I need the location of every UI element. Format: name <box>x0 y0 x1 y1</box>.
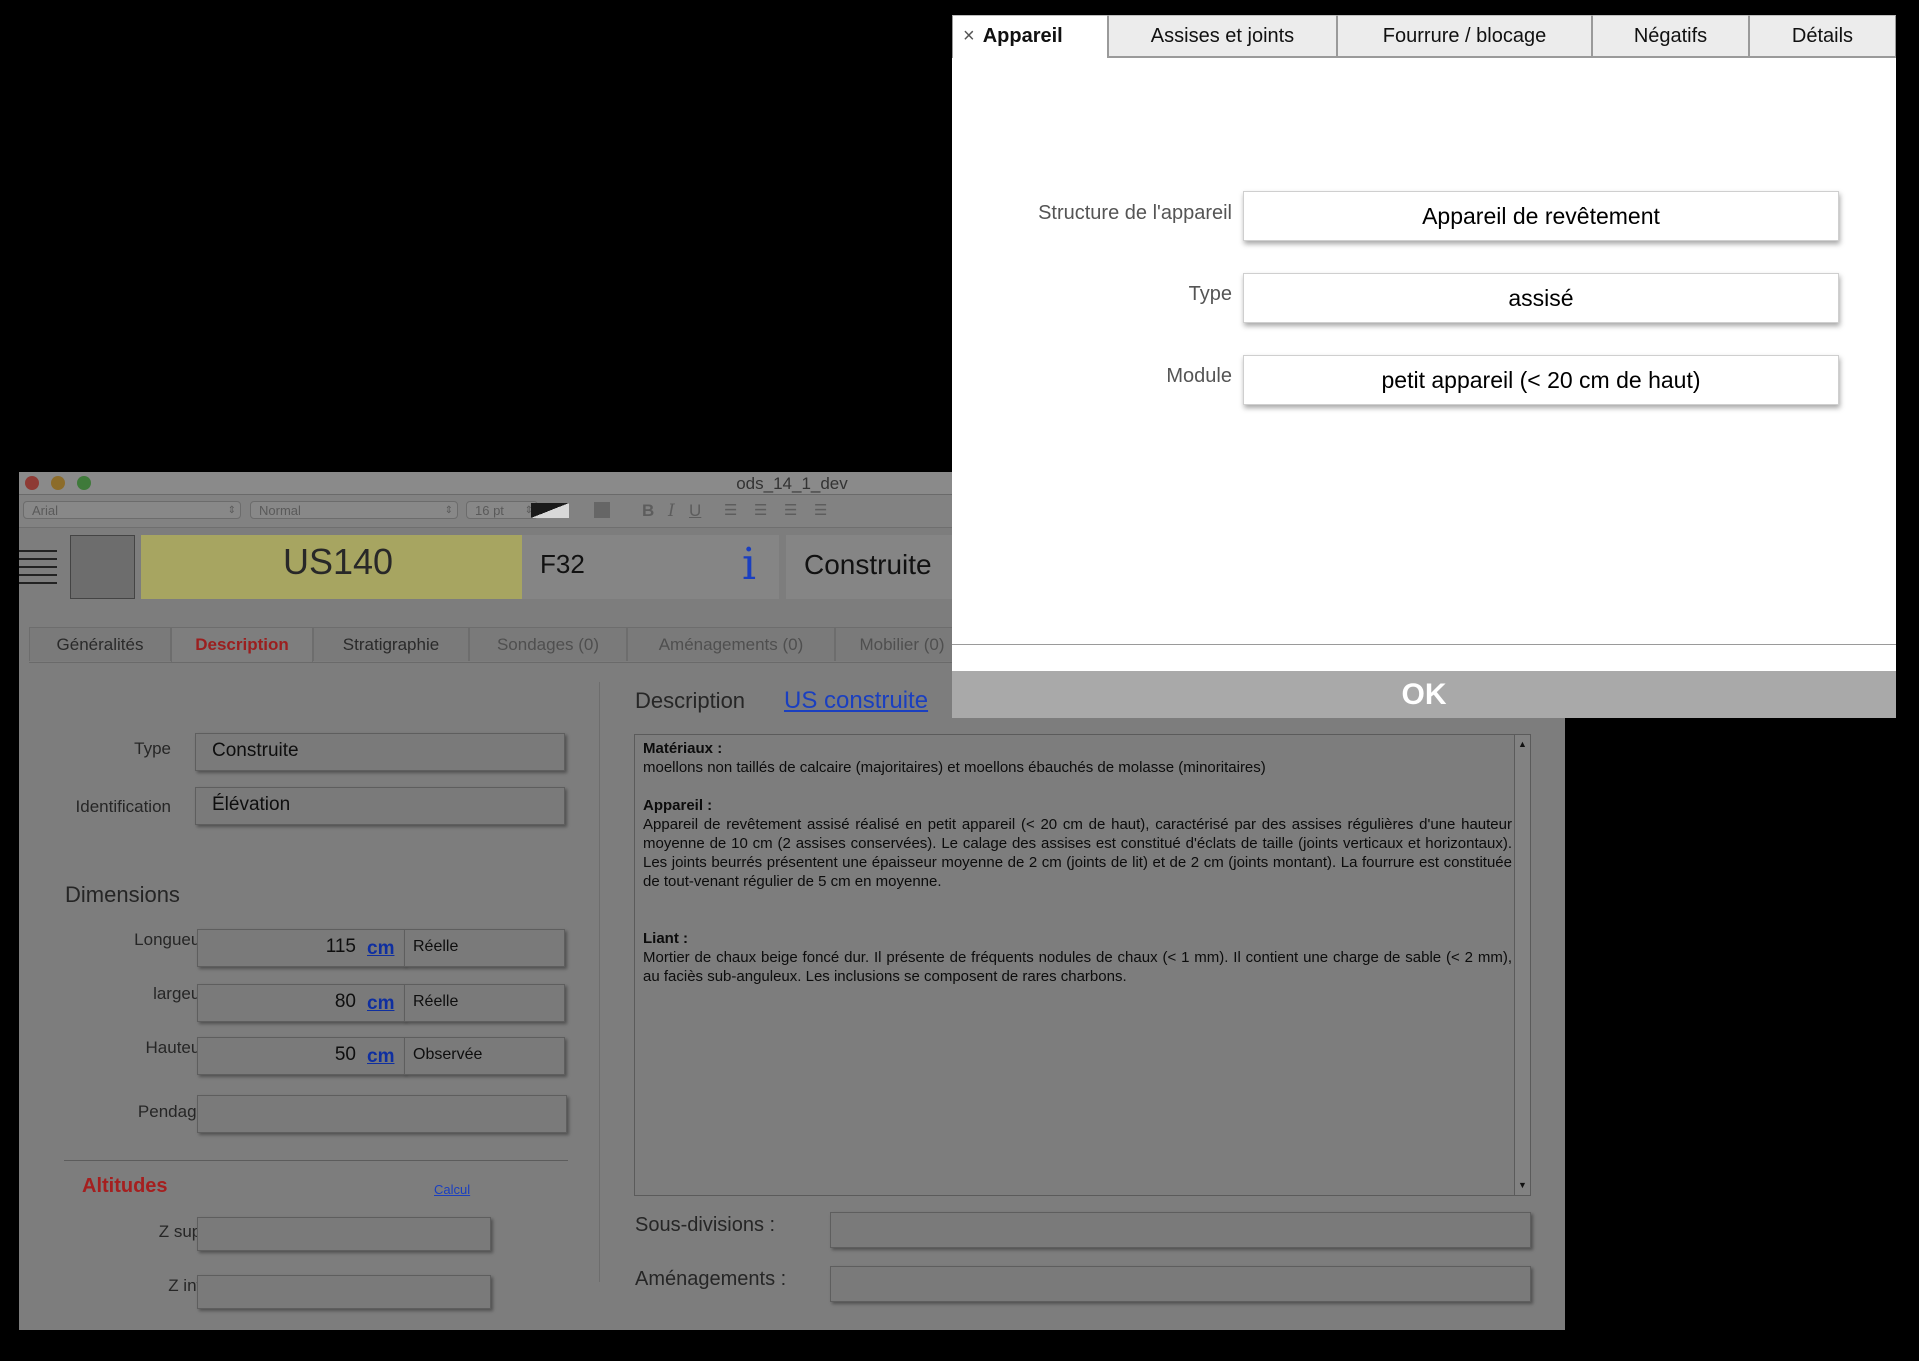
modal-type-field[interactable]: assisé <box>1243 273 1839 323</box>
tab-generalites[interactable]: Généralités <box>29 627 171 661</box>
tab-bar: Généralités Description Stratigraphie So… <box>29 627 969 663</box>
materiaux-text: moellons non taillés de calcaire (majori… <box>643 759 1266 776</box>
largeur-qualifier[interactable]: Réelle <box>404 984 565 1022</box>
dialog-tab-details[interactable]: Détails <box>1749 15 1896 57</box>
sousdivisions-field[interactable] <box>830 1212 1531 1248</box>
fait-box: F32 i <box>522 535 779 599</box>
longueur-label: Longueur <box>134 930 206 949</box>
fait-label: F32 <box>540 549 585 579</box>
module-field[interactable]: petit appareil (< 20 cm de haut) <box>1243 355 1839 405</box>
amenagements-field[interactable] <box>830 1266 1531 1302</box>
longueur-unit-link[interactable]: cm <box>367 938 394 960</box>
status-badge: Construite <box>786 535 956 599</box>
zinf-label: Z inf. <box>168 1276 206 1295</box>
tab-amenagements[interactable]: Aménagements (0) <box>627 627 835 661</box>
stepper-icon: ⇕ <box>444 505 453 516</box>
align-left-icon[interactable]: ☰ <box>724 501 737 519</box>
liant-text: Mortier de chaux beige foncé dur. Il pré… <box>643 949 1512 985</box>
pendage-field[interactable] <box>197 1095 567 1133</box>
align-right-icon[interactable]: ☰ <box>784 501 797 519</box>
materiaux-paragraph: Matériaux : moellons non taillés de calca… <box>643 739 1512 777</box>
pendage-label: Pendage <box>137 1102 206 1121</box>
description-textarea[interactable]: Matériaux : moellons non taillés de calca… <box>634 734 1531 1196</box>
dimensions-heading: Dimensions <box>65 882 180 907</box>
zsup-field[interactable] <box>197 1217 491 1251</box>
italic-button[interactable]: I <box>668 501 675 521</box>
dialog-tab-assises[interactable]: Assises et joints <box>1108 15 1337 57</box>
calcul-link[interactable]: Calcul <box>434 1182 470 1197</box>
type-field[interactable]: Construite <box>195 733 565 771</box>
scrollbar[interactable]: ▲ ▼ <box>1514 735 1530 1195</box>
identification-label: Identification <box>75 797 171 816</box>
altitudes-heading: Altitudes <box>82 1175 168 1197</box>
dialog-footer-divider <box>952 644 1896 645</box>
amenagements-label: Aménagements : <box>635 1268 787 1290</box>
tab-stratigraphie[interactable]: Stratigraphie <box>313 627 469 661</box>
info-icon[interactable]: i <box>742 539 756 590</box>
section-divider <box>64 1160 568 1161</box>
thumbnail[interactable] <box>70 535 135 599</box>
align-center-icon[interactable]: ☰ <box>754 501 767 519</box>
appareil-dialog: × Appareil Assises et joints Fourrure / b… <box>952 15 1896 718</box>
dialog-tab-fourrure[interactable]: Fourrure / blocage <box>1337 15 1592 57</box>
font-select[interactable]: Arial ⇕ <box>23 501 241 519</box>
module-label: Module <box>1166 365 1232 387</box>
appareil-title: Appareil : <box>643 797 713 814</box>
stepper-icon: ⇕ <box>227 505 236 516</box>
materiaux-title: Matériaux : <box>643 740 723 757</box>
us-construite-link[interactable]: US construite <box>784 687 928 715</box>
tab-mobilier[interactable]: Mobilier (0) <box>835 627 969 661</box>
largeur-unit-link[interactable]: cm <box>367 993 394 1015</box>
underline-button[interactable]: U <box>689 501 701 521</box>
ok-button[interactable]: OK <box>952 671 1896 718</box>
appareil-paragraph: Appareil : Appareil de revêtement assisé … <box>643 796 1512 891</box>
structure-field[interactable]: Appareil de revêtement <box>1243 191 1839 241</box>
hauteur-label: Hauteur <box>145 1038 206 1057</box>
type-label: Type <box>134 739 171 758</box>
liant-paragraph: Liant : Mortier de chaux beige foncé dur.… <box>643 929 1512 986</box>
zinf-field[interactable] <box>197 1275 491 1309</box>
sousdivisions-label: Sous-divisions : <box>635 1214 776 1236</box>
justify-icon[interactable]: ☰ <box>814 501 827 519</box>
bold-button[interactable]: B <box>642 501 654 521</box>
description-label: Description <box>635 688 746 713</box>
tab-sondages[interactable]: Sondages (0) <box>469 627 627 661</box>
color-swatch[interactable] <box>531 503 569 518</box>
identification-field[interactable]: Élévation <box>195 787 565 825</box>
scroll-up-icon[interactable]: ▲ <box>1515 735 1530 754</box>
dialog-tab-negatifs[interactable]: Négatifs <box>1592 15 1749 57</box>
hauteur-qualifier[interactable]: Observée <box>404 1037 565 1075</box>
tab-description[interactable]: Description <box>171 627 313 663</box>
structure-label: Structure de l'appareil <box>1038 202 1232 224</box>
close-icon[interactable]: × <box>963 25 975 47</box>
hauteur-unit-link[interactable]: cm <box>367 1046 394 1068</box>
scroll-down-icon[interactable]: ▼ <box>1515 1176 1530 1195</box>
largeur-label: largeur <box>153 984 206 1003</box>
liant-title: Liant : <box>643 930 688 947</box>
menu-icon[interactable] <box>19 546 57 586</box>
text-color-icon[interactable] <box>594 502 610 518</box>
longueur-qualifier[interactable]: Réelle <box>404 929 565 967</box>
dialog-tab-appareil[interactable]: × Appareil <box>952 15 1108 58</box>
appareil-text: Appareil de revêtement assisé réalisé en… <box>643 816 1512 890</box>
size-select[interactable]: 16 pt ⇕ <box>466 501 538 519</box>
record-id: US140 <box>141 535 535 599</box>
modal-type-label: Type <box>1188 283 1232 305</box>
zsup-label: Z sup. <box>158 1222 206 1241</box>
style-select[interactable]: Normal ⇕ <box>250 501 458 519</box>
column-divider <box>599 682 600 1282</box>
